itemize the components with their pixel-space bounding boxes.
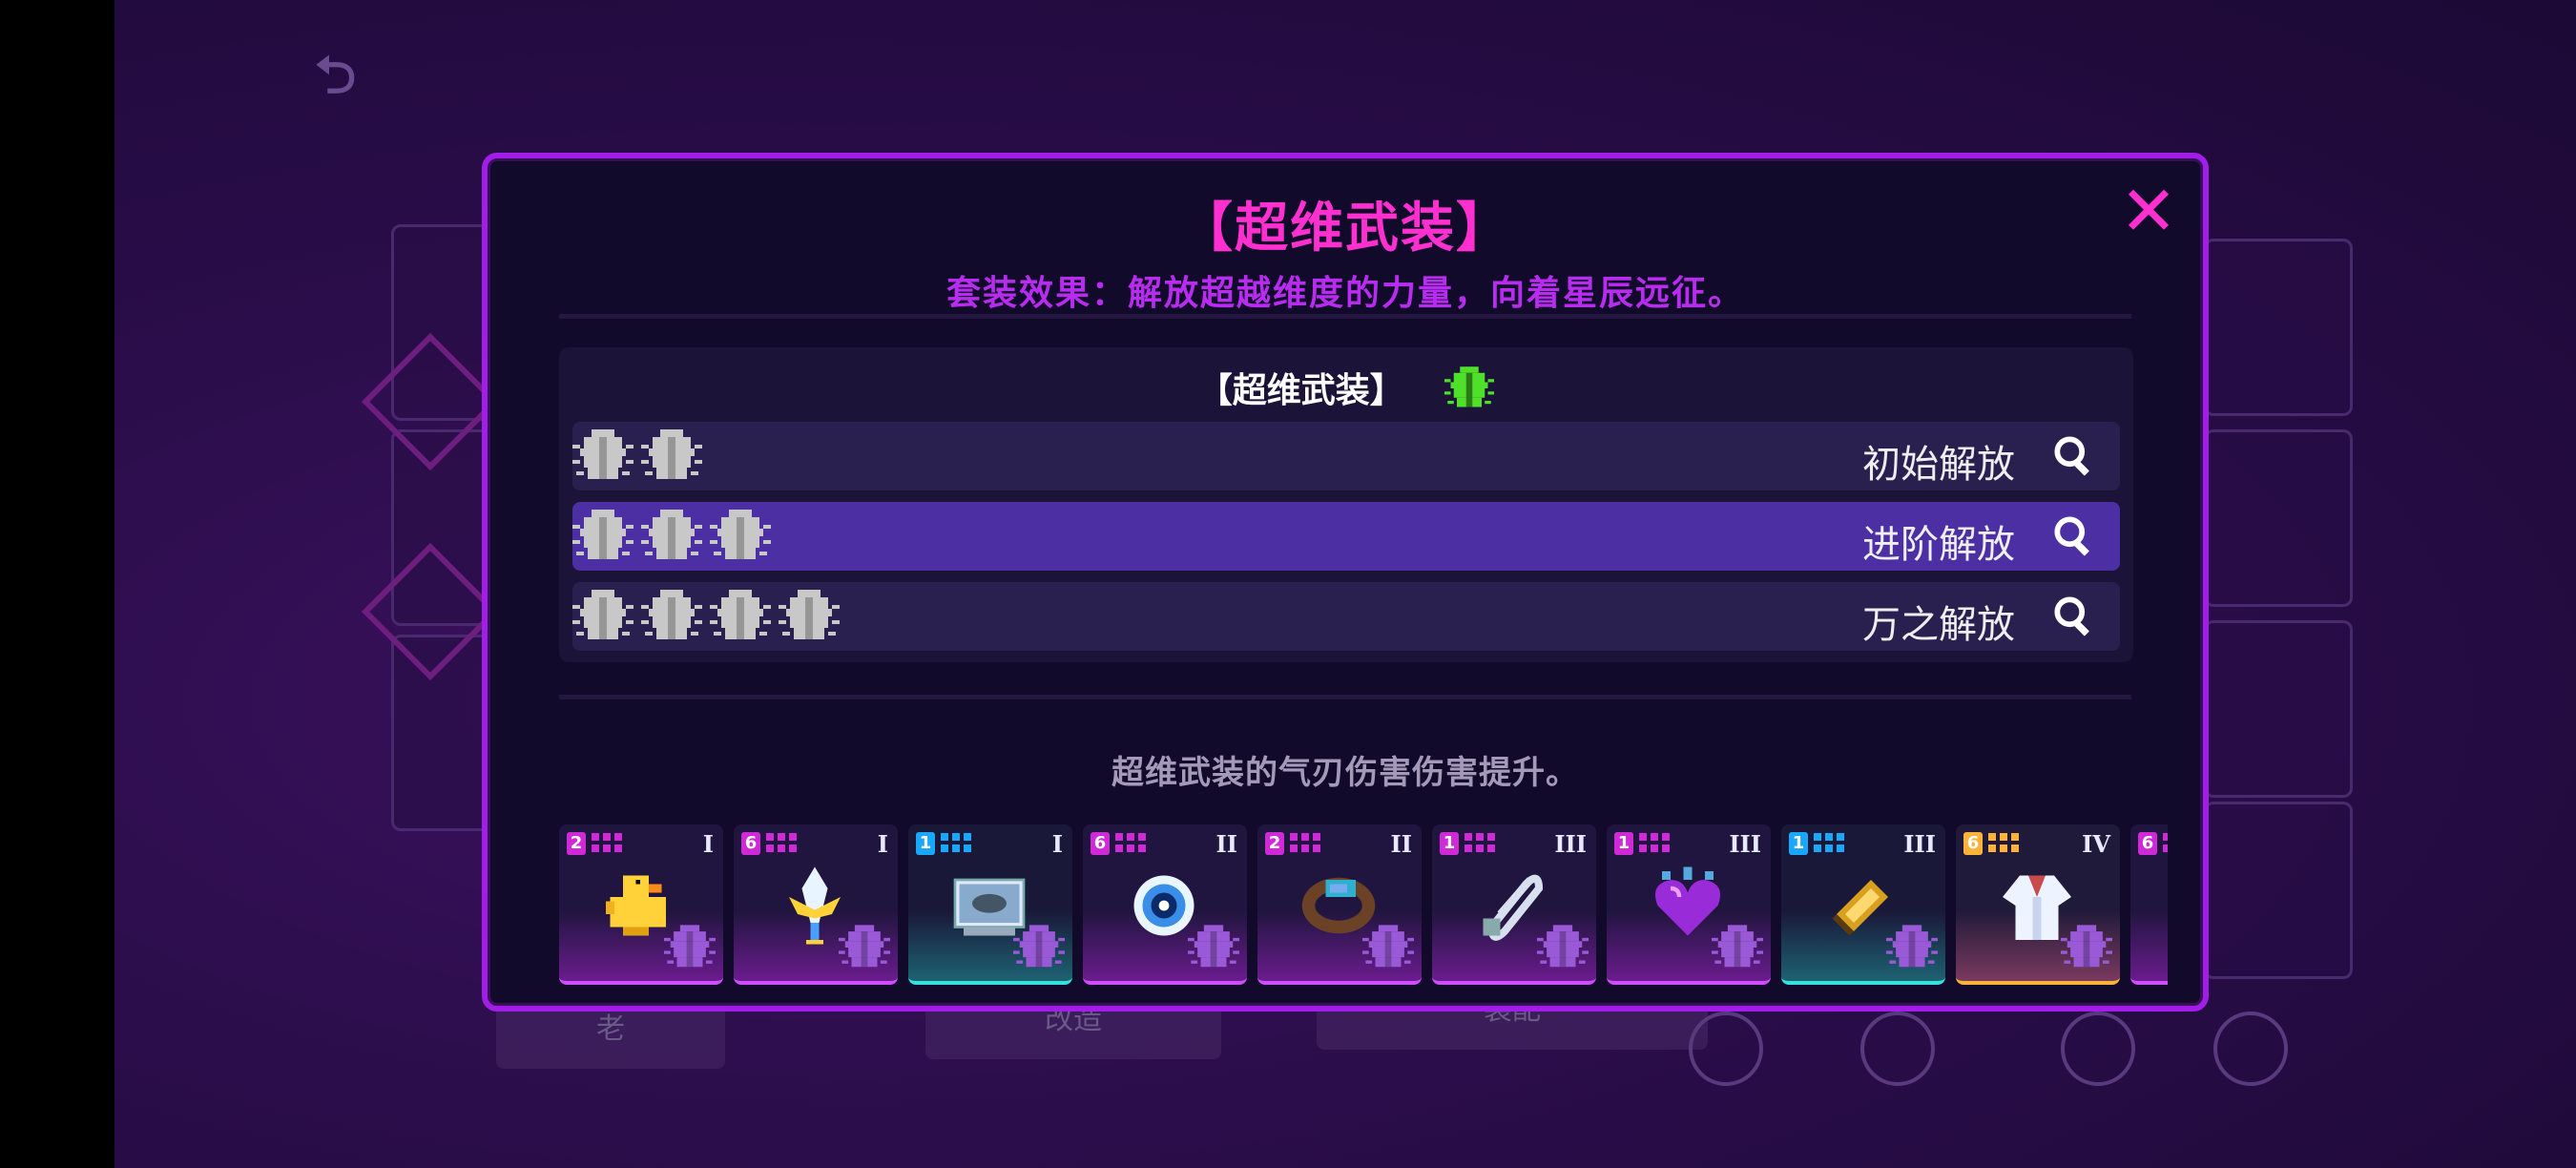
item-tier: I (877, 830, 888, 858)
tier-icons (572, 586, 847, 647)
set-bug-icon (641, 586, 710, 647)
item-tier: II (1390, 830, 1412, 858)
set-bug-icon (2061, 922, 2112, 973)
set-bug-icon (1444, 364, 1495, 422)
tier-icons (572, 426, 710, 487)
back-icon[interactable]: ⮌ (315, 38, 382, 105)
bg-card (2204, 239, 2353, 416)
item-tier: I (702, 830, 714, 858)
tier-label: 万之解放 (1862, 603, 2015, 647)
item-rarity-badge: 6 (741, 832, 760, 855)
item-card-fish-tank[interactable]: 1I (908, 824, 1072, 985)
owl-icon[interactable] (1689, 1012, 1763, 1086)
set-bug-icon (1013, 922, 1065, 973)
magnifier-icon[interactable] (2053, 435, 2097, 479)
item-rarity-badge: 6 (1091, 832, 1110, 855)
set-bug-icon (1537, 922, 1589, 973)
item-card-heart[interactable]: 1 III (1607, 824, 1771, 985)
bg-card (2204, 620, 2353, 798)
item-card-duck[interactable]: 2I (559, 824, 723, 985)
item-dots-icon (1814, 833, 1844, 852)
item-tier: III (1729, 830, 1761, 858)
set-bug-icon (641, 426, 710, 487)
set-bug-icon (572, 586, 641, 647)
item-card-uniform[interactable]: 6 IV (1956, 824, 2120, 985)
set-description: 超维武装的气刃伤害伤害提升。 (1111, 754, 1579, 792)
tier-row-ultimate[interactable]: 万之解放 (572, 582, 2120, 651)
item-card-bracelet[interactable]: 2 II (1257, 824, 1422, 985)
item-dots-icon (766, 833, 797, 852)
item-dots-icon (2163, 833, 2168, 852)
set-bug-icon (572, 426, 641, 487)
item-rarity-badge: 1 (1440, 832, 1459, 855)
set-bug-icon (572, 506, 641, 567)
magnifier-icon[interactable] (2053, 515, 2097, 559)
item-tier: I (1051, 830, 1063, 858)
tier-row-advanced[interactable]: 进阶解放 (572, 502, 2120, 571)
set-effect-text: 套装效果：解放超越维度的力量，向着星辰远征。 (945, 274, 1744, 313)
set-bug-icon (641, 506, 710, 567)
set-bug-icon (779, 586, 847, 647)
set-header: 【超维武装】 (559, 363, 2133, 422)
item-rarity-badge: 6 (1963, 832, 1983, 855)
gate-icon[interactable] (1860, 1012, 1935, 1086)
tier-label: 初始解放 (1862, 443, 2015, 487)
set-bug-icon (1362, 922, 1414, 973)
bg-card (2204, 802, 2353, 979)
item-dots-icon (1639, 833, 1670, 852)
item-tier: IV (2082, 830, 2110, 858)
item-dots-icon (1115, 833, 1146, 852)
item-rarity-badge: 1 (1789, 832, 1808, 855)
item-card-partial[interactable]: 6 (2130, 824, 2168, 985)
screen-edge (0, 0, 114, 1168)
item-rarity-badge: 2 (1265, 832, 1284, 855)
item-dots-icon (1465, 833, 1495, 852)
item-dots-icon (1290, 833, 1320, 852)
item-tier: III (1903, 830, 1936, 858)
item-rarity-badge: 2 (567, 832, 586, 855)
divider (559, 695, 2131, 699)
dialog-title: 【超维武装】 (1179, 198, 1511, 260)
item-tier: III (1554, 830, 1587, 858)
item-rarity-badge: 6 (2138, 832, 2157, 855)
set-bug-icon (664, 922, 716, 973)
item-strip[interactable]: 2 I 6 I 1 I 6 II 2 II 1 III 1 III 1 III 6 IV 6 (559, 824, 2168, 989)
item-card-gold-bar[interactable]: 1 III (1781, 824, 1945, 985)
set-bug-icon (1712, 922, 1763, 973)
set-bonus-dialog: 【超维武装】 ✕ 套装效果：解放超越维度的力量，向着星辰远征。 【超维武装】 初… (482, 153, 2209, 1012)
item-tier: II (1215, 830, 1237, 858)
item-rarity-badge: 1 (916, 832, 935, 855)
keyboard-icon[interactable] (2213, 1012, 2288, 1086)
item-card-safety-pin[interactable]: 1 III (1432, 824, 1596, 985)
set-header-label: 【超维武装】 (1197, 371, 1404, 410)
item-dots-icon (941, 833, 971, 852)
magnifier-icon[interactable] (2053, 595, 2097, 639)
item-card-sword[interactable]: 6I (734, 824, 898, 985)
close-icon[interactable]: ✕ (2115, 177, 2182, 245)
item-dots-icon (592, 833, 622, 852)
tier-row-initial[interactable]: 初始解放 (572, 422, 2120, 490)
set-bug-icon (710, 586, 779, 647)
set-bug-icon (1188, 922, 1239, 973)
item-rarity-badge: 1 (1614, 832, 1633, 855)
bg-card (2204, 429, 2353, 607)
tier-icons (572, 506, 779, 567)
set-bug-icon (710, 506, 779, 567)
set-tiers-panel: 【超维武装】 初始解放 进阶解放 万之解放 (559, 347, 2133, 662)
divider (559, 314, 2131, 319)
item-dots-icon (1988, 833, 2019, 852)
device-icon[interactable] (2061, 1012, 2135, 1086)
set-bug-icon (1886, 922, 1938, 973)
item-card-eye-orb[interactable]: 6 II (1083, 824, 1247, 985)
tier-label: 进阶解放 (1862, 523, 2015, 567)
set-bug-icon (839, 922, 890, 973)
